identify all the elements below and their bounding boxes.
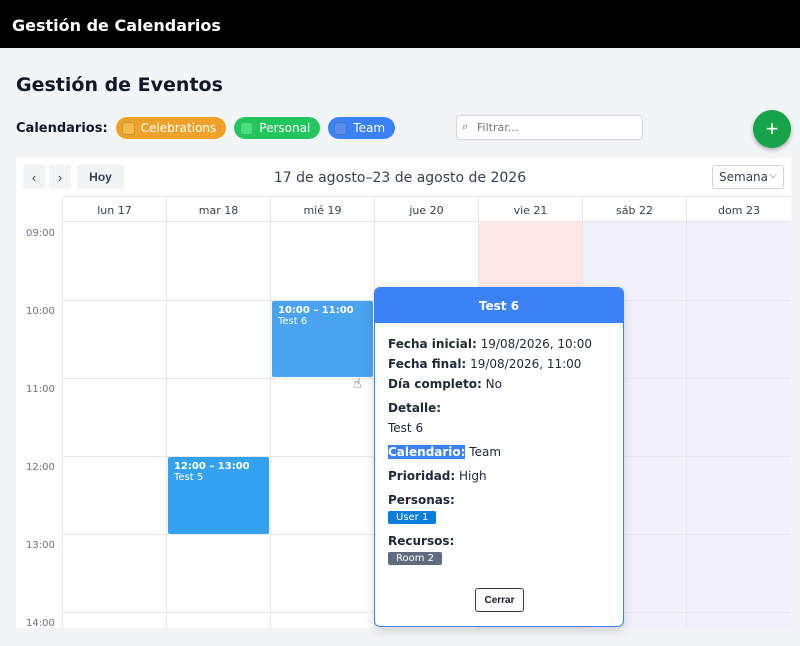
hand-cursor-icon: ☝ <box>353 376 362 392</box>
event-test-5[interactable]: 12:00 – 13:00 Test 5 <box>168 457 269 534</box>
calendar-chip-team[interactable]: Team <box>328 117 396 139</box>
chevron-down-icon: ⌵ <box>769 170 777 181</box>
day-header-sat: sáb 22 <box>582 196 686 222</box>
event-time: 12:00 – 13:00 <box>174 461 250 472</box>
add-event-button[interactable]: + <box>753 110 791 148</box>
time-label: 13:00 <box>26 540 55 551</box>
calendar-chip-celebrations[interactable]: Celebrations <box>115 117 227 139</box>
day-header-tue: mar 18 <box>166 196 270 222</box>
priority-value: High <box>459 469 487 483</box>
priority-label: Prioridad: <box>388 469 456 483</box>
allday-label: Día completo: <box>388 377 482 391</box>
search-icon: ⌕ <box>462 120 469 133</box>
event-title: Test 6 <box>278 316 308 327</box>
person-tag: User 1 <box>388 511 437 524</box>
calendar-chip-personal[interactable]: Personal <box>234 117 321 139</box>
close-popup-button[interactable]: Cerrar <box>475 588 524 612</box>
app-header: Gestión de Calendarios <box>0 0 800 48</box>
day-column-tue[interactable] <box>166 222 270 628</box>
start-value: 19/08/2026, 10:00 <box>480 337 592 351</box>
resources-label: Recursos: <box>388 534 455 548</box>
day-column-wed[interactable] <box>270 222 374 628</box>
end-value: 19/08/2026, 11:00 <box>470 357 582 371</box>
detail-label: Detalle: <box>388 401 442 415</box>
time-label: 10:00 <box>26 306 55 317</box>
calendars-label: Calendarios: <box>16 120 108 136</box>
calendar-chip-label: Personal <box>259 121 311 135</box>
day-column-mon[interactable] <box>62 222 166 628</box>
time-label: 12:00 <box>26 462 55 473</box>
view-select[interactable]: Semana ⌵ <box>712 165 784 189</box>
resource-tag: Room 2 <box>388 552 443 565</box>
day-header-thu: jue 20 <box>374 196 478 222</box>
event-test-6[interactable]: 10:00 – 11:00 Test 6 <box>272 301 373 377</box>
calendar-value: Team <box>469 445 502 459</box>
calendar-chip-label: Celebrations <box>140 121 217 135</box>
filter-input[interactable] <box>456 115 643 140</box>
team-checkbox[interactable] <box>334 121 348 135</box>
day-header-wed: mié 19 <box>270 196 374 222</box>
popup-title: Test 6 <box>375 288 623 323</box>
page-title: Gestión de Eventos <box>16 74 223 96</box>
time-label: 09:00 <box>26 228 55 239</box>
day-header-sun: dom 23 <box>686 196 791 222</box>
calendar-label: Calendario: <box>388 445 466 459</box>
day-header-mon: lun 17 <box>62 196 166 222</box>
app-title: Gestión de Calendarios <box>12 16 221 35</box>
calendar-filters: Calendarios: Celebrations Personal Team <box>16 117 403 139</box>
event-time: 10:00 – 11:00 <box>278 305 354 316</box>
celebrations-checkbox[interactable] <box>121 121 135 135</box>
time-label: 11:00 <box>26 384 55 395</box>
event-title: Test 5 <box>174 472 204 483</box>
start-label: Fecha inicial: <box>388 337 477 351</box>
allday-value: No <box>485 377 502 391</box>
view-select-value: Semana <box>719 170 769 184</box>
event-detail-popup: Test 6 Fecha inicial: 19/08/2026, 10:00 … <box>374 287 624 627</box>
calendar-chip-label: Team <box>353 121 386 135</box>
people-label: Personas: <box>388 493 455 507</box>
end-label: Fecha final: <box>388 357 467 371</box>
detail-value: Test 6 <box>388 421 424 435</box>
day-header-fri: vie 21 <box>478 196 582 222</box>
personal-checkbox[interactable] <box>240 121 254 135</box>
date-range-title: 17 de agosto–23 de agosto de 2026 <box>273 170 527 186</box>
time-label: 14:00 <box>26 618 55 628</box>
day-column-sun[interactable] <box>686 222 791 628</box>
